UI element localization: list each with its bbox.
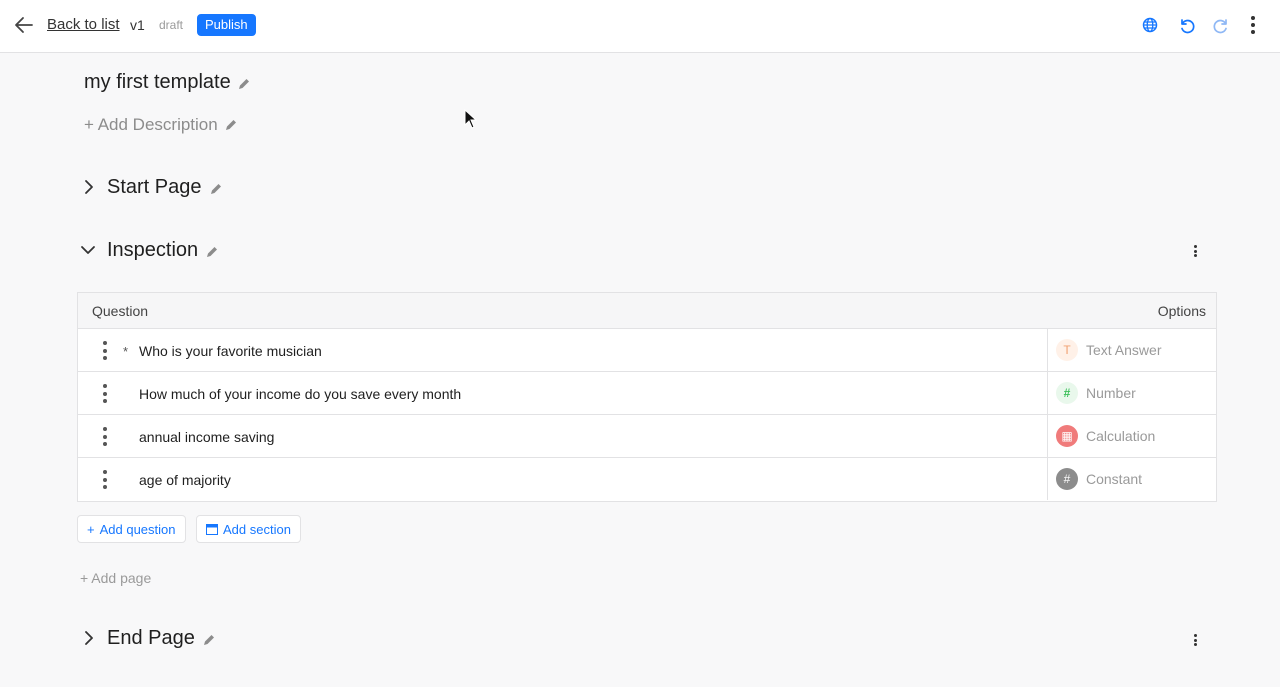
status-badge: draft xyxy=(159,18,184,32)
edit-inspection-pencil-icon[interactable] xyxy=(205,245,219,259)
column-header-options: Options xyxy=(1157,303,1206,319)
drag-handle-icon[interactable] xyxy=(103,470,107,489)
calculator-type-icon: ▦ xyxy=(1056,425,1078,447)
column-header-question: Question xyxy=(92,303,149,319)
section-icon xyxy=(206,523,218,535)
answer-type-label: Number xyxy=(1086,385,1136,401)
drag-handle-icon[interactable] xyxy=(103,341,107,360)
page-title-start[interactable]: Start Page xyxy=(107,176,202,199)
question-text[interactable]: age of majority xyxy=(139,472,231,488)
globe-icon[interactable] xyxy=(1139,14,1161,36)
required-asterisk: * xyxy=(123,344,129,359)
answer-type-cell[interactable]: # Constant xyxy=(1047,458,1217,500)
more-vertical-icon[interactable] xyxy=(1242,14,1264,36)
add-question-label: Add question xyxy=(99,521,176,537)
publish-button[interactable]: Publish xyxy=(197,14,256,36)
add-description-button[interactable]: + Add Description xyxy=(84,115,218,135)
edit-end-page-pencil-icon[interactable] xyxy=(202,633,216,647)
top-bar: Back to list v1 draft Publish xyxy=(0,0,1280,53)
mouse-cursor-icon xyxy=(464,109,478,129)
chevron-right-icon[interactable] xyxy=(81,630,97,646)
add-section-label: Add section xyxy=(223,521,291,537)
template-title[interactable]: my first template xyxy=(84,71,231,94)
add-page-button[interactable]: + Add page xyxy=(80,570,151,586)
table-row[interactable]: age of majority # Constant xyxy=(78,458,1216,501)
table-row[interactable]: annual income saving ▦ Calculation xyxy=(78,415,1216,458)
constant-type-icon: # xyxy=(1056,468,1078,490)
question-text[interactable]: How much of your income do you save ever… xyxy=(139,386,461,402)
table-row[interactable]: * Who is your favorite musician T Text A… xyxy=(78,329,1216,372)
version-label: v1 xyxy=(130,17,145,33)
text-type-icon: T xyxy=(1056,339,1078,361)
question-text[interactable]: Who is your favorite musician xyxy=(139,343,322,359)
edit-title-pencil-icon[interactable] xyxy=(237,77,251,91)
plus-icon: + xyxy=(87,521,95,537)
edit-start-page-pencil-icon[interactable] xyxy=(209,182,223,196)
answer-type-label: Calculation xyxy=(1086,428,1156,444)
back-arrow-icon[interactable] xyxy=(13,14,35,36)
question-text[interactable]: annual income saving xyxy=(139,429,274,445)
edit-description-pencil-icon[interactable] xyxy=(224,118,238,132)
answer-type-cell[interactable]: ▦ Calculation xyxy=(1047,415,1217,457)
question-table: Question Options * Who is your favorite … xyxy=(77,292,1217,502)
chevron-down-icon[interactable] xyxy=(80,242,96,258)
chevron-right-icon[interactable] xyxy=(81,179,97,195)
page-title-inspection[interactable]: Inspection xyxy=(107,239,198,262)
inspection-more-icon[interactable] xyxy=(1189,245,1201,257)
add-question-button[interactable]: + Add question xyxy=(77,515,186,543)
add-section-button[interactable]: Add section xyxy=(196,515,301,543)
answer-type-label: Text Answer xyxy=(1086,342,1162,358)
drag-handle-icon[interactable] xyxy=(103,384,107,403)
redo-icon[interactable] xyxy=(1211,14,1233,36)
answer-type-cell[interactable]: T Text Answer xyxy=(1047,329,1217,371)
number-type-icon: # xyxy=(1056,382,1078,404)
answer-type-cell[interactable]: # Number xyxy=(1047,372,1217,414)
undo-icon[interactable] xyxy=(1175,14,1197,36)
answer-type-label: Constant xyxy=(1086,471,1143,487)
page-title-end[interactable]: End Page xyxy=(107,627,195,650)
end-page-more-icon[interactable] xyxy=(1189,634,1201,646)
drag-handle-icon[interactable] xyxy=(103,427,107,446)
table-header: Question Options xyxy=(78,293,1216,329)
back-to-list-link[interactable]: Back to list xyxy=(47,16,120,33)
table-row[interactable]: How much of your income do you save ever… xyxy=(78,372,1216,415)
